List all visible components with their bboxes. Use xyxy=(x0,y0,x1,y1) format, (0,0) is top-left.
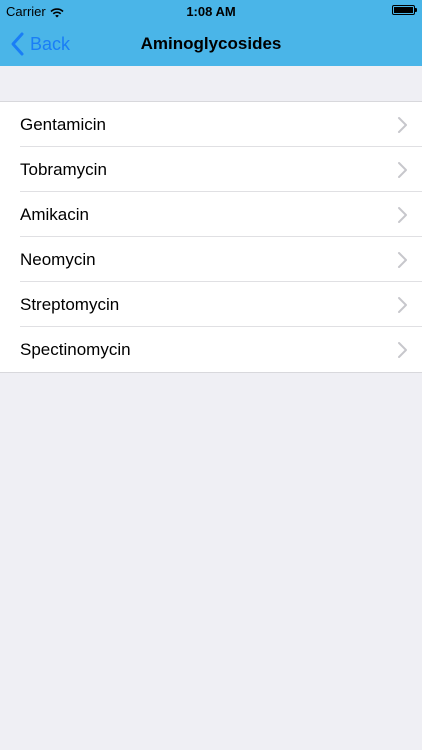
status-time: 1:08 AM xyxy=(186,4,236,19)
navigation-bar: Back Aminoglycosides xyxy=(0,22,422,66)
chevron-right-icon xyxy=(396,116,408,134)
chevron-right-icon xyxy=(396,296,408,314)
status-bar: Carrier 1:08 AM xyxy=(0,0,422,22)
list-item-streptomycin[interactable]: Streptomycin xyxy=(0,282,422,327)
list-item-label: Amikacin xyxy=(20,205,89,224)
chevron-right-icon xyxy=(396,341,408,359)
list-item-gentamicin[interactable]: Gentamicin xyxy=(0,102,422,147)
header: Carrier 1:08 AM Back Aminoglycosides xyxy=(0,0,422,66)
battery-icon xyxy=(392,5,417,15)
list-item-label: Tobramycin xyxy=(20,160,107,179)
chevron-right-icon xyxy=(396,206,408,224)
list-item-label: Spectinomycin xyxy=(20,340,131,359)
back-label: Back xyxy=(30,33,71,54)
list-item-amikacin[interactable]: Amikacin xyxy=(0,192,422,237)
back-chevron-icon xyxy=(8,22,30,66)
back-button[interactable]: Back xyxy=(8,22,70,66)
chevron-right-icon xyxy=(396,161,408,179)
list-item-label: Streptomycin xyxy=(20,295,120,314)
chevron-right-icon xyxy=(396,251,408,269)
battery-level xyxy=(394,7,413,13)
drug-list: Gentamicin Tobramycin Amikacin Neomycin … xyxy=(0,101,422,373)
list-item-tobramycin[interactable]: Tobramycin xyxy=(0,147,422,192)
list-item-spectinomycin[interactable]: Spectinomycin xyxy=(0,327,422,372)
list-item-label: Gentamicin xyxy=(20,115,106,134)
list-item-neomycin[interactable]: Neomycin xyxy=(0,237,422,282)
list-item-label: Neomycin xyxy=(20,250,96,269)
